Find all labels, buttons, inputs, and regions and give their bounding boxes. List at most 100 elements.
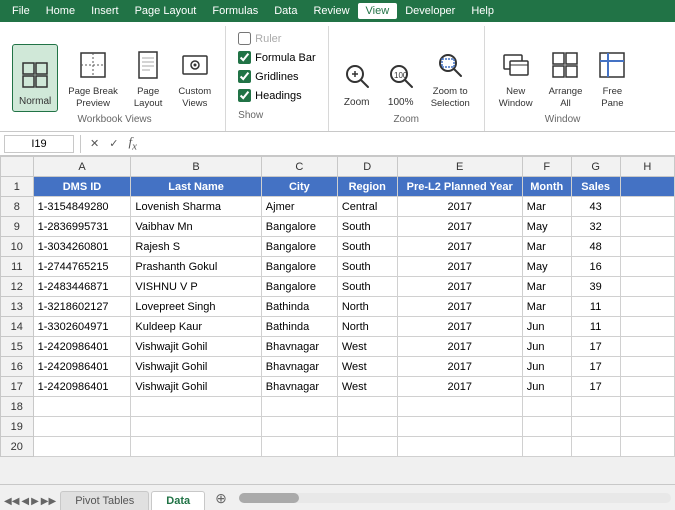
cell-r14-c1[interactable]: Kuldeep Kaur: [131, 317, 261, 337]
cell-r14-c3[interactable]: North: [337, 317, 397, 337]
cell-r12-c0[interactable]: 1-2483446871: [33, 277, 131, 297]
row-header-19[interactable]: 19: [1, 417, 34, 437]
cell-r19-c5[interactable]: [522, 417, 571, 437]
cell-r19-c0[interactable]: [33, 417, 131, 437]
cell-r16-c7[interactable]: [620, 357, 674, 377]
cell-r13-c0[interactable]: 1-3218602127: [33, 297, 131, 317]
header-cell-6[interactable]: Sales: [571, 177, 620, 197]
formula-bar-checkbox[interactable]: [238, 51, 251, 64]
cell-r13-c4[interactable]: 2017: [397, 297, 522, 317]
cell-r18-c1[interactable]: [131, 397, 261, 417]
zoom-selection-button[interactable]: Zoom toSelection: [425, 44, 476, 112]
cell-r9-c7[interactable]: [620, 217, 674, 237]
cell-r17-c6[interactable]: 17: [571, 377, 620, 397]
cell-r9-c6[interactable]: 32: [571, 217, 620, 237]
header-cell-4[interactable]: Pre-L2 Planned Year: [397, 177, 522, 197]
cell-r16-c6[interactable]: 17: [571, 357, 620, 377]
cell-r19-c2[interactable]: [261, 417, 337, 437]
cell-r9-c2[interactable]: Bangalore: [261, 217, 337, 237]
menu-review[interactable]: Review: [305, 3, 357, 19]
tab-nav-prev[interactable]: ◀: [21, 496, 29, 507]
col-header-b[interactable]: B: [131, 157, 261, 177]
cell-r10-c0[interactable]: 1-3034260801: [33, 237, 131, 257]
cell-r18-c2[interactable]: [261, 397, 337, 417]
gridlines-checkbox-item[interactable]: Gridlines: [238, 70, 316, 83]
cell-r12-c4[interactable]: 2017: [397, 277, 522, 297]
header-cell-1[interactable]: Last Name: [131, 177, 261, 197]
col-header-g[interactable]: G: [571, 157, 620, 177]
cell-r8-c3[interactable]: Central: [337, 197, 397, 217]
cell-r12-c2[interactable]: Bangalore: [261, 277, 337, 297]
cell-r15-c4[interactable]: 2017: [397, 337, 522, 357]
menu-developer[interactable]: Developer: [397, 3, 463, 19]
cell-r13-c6[interactable]: 11: [571, 297, 620, 317]
menu-home[interactable]: Home: [38, 3, 83, 19]
cell-reference-input[interactable]: [4, 135, 74, 153]
cell-r17-c3[interactable]: West: [337, 377, 397, 397]
cell-r20-c4[interactable]: [397, 437, 522, 457]
cell-r19-c1[interactable]: [131, 417, 261, 437]
cell-r17-c0[interactable]: 1-2420986401: [33, 377, 131, 397]
scrollbar-thumb[interactable]: [239, 493, 299, 503]
cell-r8-c0[interactable]: 1-3154849280: [33, 197, 131, 217]
menu-insert[interactable]: Insert: [83, 3, 127, 19]
cell-r8-c5[interactable]: Mar: [522, 197, 571, 217]
cell-r20-c0[interactable]: [33, 437, 131, 457]
menu-formulas[interactable]: Formulas: [204, 3, 266, 19]
header-cell-3[interactable]: Region: [337, 177, 397, 197]
cell-r14-c7[interactable]: [620, 317, 674, 337]
cell-r18-c7[interactable]: [620, 397, 674, 417]
cell-r11-c5[interactable]: May: [522, 257, 571, 277]
cell-r9-c3[interactable]: South: [337, 217, 397, 237]
insert-function-icon[interactable]: fx: [125, 134, 139, 153]
cell-r11-c6[interactable]: 16: [571, 257, 620, 277]
cell-r11-c4[interactable]: 2017: [397, 257, 522, 277]
cell-r15-c2[interactable]: Bhavnagar: [261, 337, 337, 357]
cell-r12-c5[interactable]: Mar: [522, 277, 571, 297]
cell-r20-c2[interactable]: [261, 437, 337, 457]
cell-r15-c5[interactable]: Jun: [522, 337, 571, 357]
cell-r17-c5[interactable]: Jun: [522, 377, 571, 397]
row-header-11[interactable]: 11: [1, 257, 34, 277]
cell-r10-c2[interactable]: Bangalore: [261, 237, 337, 257]
sheet-tab-pivot-tables[interactable]: Pivot Tables: [60, 491, 149, 510]
cell-r13-c1[interactable]: Lovepreet Singh: [131, 297, 261, 317]
row-header-8[interactable]: 8: [1, 197, 34, 217]
page-break-preview-button[interactable]: Page BreakPreview: [62, 44, 124, 112]
cell-r12-c7[interactable]: [620, 277, 674, 297]
cell-r20-c7[interactable]: [620, 437, 674, 457]
cell-r19-c7[interactable]: [620, 417, 674, 437]
zoom-button[interactable]: Zoom: [337, 44, 377, 112]
tab-nav-first[interactable]: ◀◀: [4, 496, 19, 507]
cell-r20-c5[interactable]: [522, 437, 571, 457]
cell-r12-c3[interactable]: South: [337, 277, 397, 297]
cell-r16-c0[interactable]: 1-2420986401: [33, 357, 131, 377]
ruler-checkbox[interactable]: [238, 32, 251, 45]
page-layout-button[interactable]: PageLayout: [128, 44, 169, 112]
cell-r14-c2[interactable]: Bathinda: [261, 317, 337, 337]
cell-r19-c3[interactable]: [337, 417, 397, 437]
cell-r16-c2[interactable]: Bhavnagar: [261, 357, 337, 377]
row-header-14[interactable]: 14: [1, 317, 34, 337]
cell-r11-c3[interactable]: South: [337, 257, 397, 277]
row-header-17[interactable]: 17: [1, 377, 34, 397]
cell-r10-c7[interactable]: [620, 237, 674, 257]
cell-r11-c7[interactable]: [620, 257, 674, 277]
header-cell-5[interactable]: Month: [522, 177, 571, 197]
cell-r8-c7[interactable]: [620, 197, 674, 217]
add-sheet-button[interactable]: ⊕: [207, 487, 235, 510]
ruler-checkbox-item[interactable]: Ruler: [238, 32, 316, 45]
cell-r8-c2[interactable]: Ajmer: [261, 197, 337, 217]
freeze-pane-button[interactable]: FreePane: [592, 44, 632, 112]
cell-r15-c1[interactable]: Vishwajit Gohil: [131, 337, 261, 357]
cell-r20-c6[interactable]: [571, 437, 620, 457]
headings-checkbox[interactable]: [238, 89, 251, 102]
cell-r8-c6[interactable]: 43: [571, 197, 620, 217]
col-header-a[interactable]: A: [33, 157, 131, 177]
cell-r8-c4[interactable]: 2017: [397, 197, 522, 217]
menu-file[interactable]: File: [4, 3, 38, 19]
arrange-all-button[interactable]: ArrangeAll: [543, 44, 589, 112]
cell-r9-c1[interactable]: Vaibhav Mn: [131, 217, 261, 237]
row-header-12[interactable]: 12: [1, 277, 34, 297]
tab-nav-next[interactable]: ▶: [31, 496, 39, 507]
